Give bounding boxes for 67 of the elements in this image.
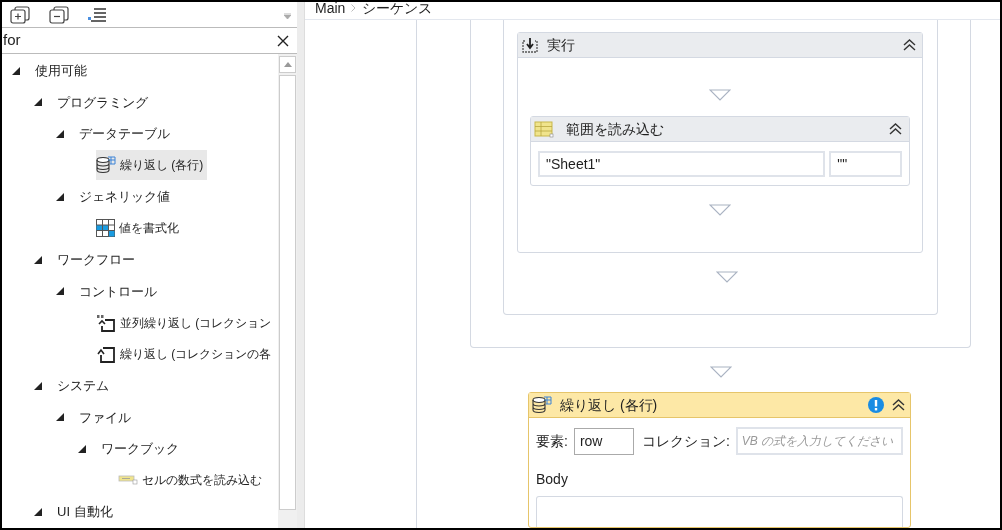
close-icon[interactable] [277,34,289,47]
drop-arrow-icon [716,271,738,283]
search-field[interactable]: for [2,27,297,54]
field-label: コレクション: [641,431,730,451]
expand-arrow-icon[interactable] [34,255,42,264]
tree-item[interactable]: プログラミング [56,92,149,112]
drop-arrow-icon [709,366,732,378]
sheet-name-field[interactable]: "Sheet1" [538,151,826,177]
activity-card[interactable]: 繰り返し (各行) 要素: row コレクション: VB の式を入力してください Body [528,392,911,528]
tree-item[interactable]: 使用可能 [34,61,88,81]
expand-arrow-icon[interactable] [56,129,64,138]
item-field[interactable]: row [573,427,634,455]
expand-arrow-icon[interactable] [34,507,42,516]
tree-item[interactable]: コントロール [78,281,158,301]
tree-item[interactable]: セルの数式を読み込む [118,465,266,496]
breadcrumb-link[interactable]: Main [315,2,346,15]
activity-title: 実行 [547,35,576,55]
tree-item[interactable]: UI 自動化 [56,502,114,522]
list-icon[interactable] [88,6,108,23]
expand-arrow-icon[interactable] [56,413,64,422]
breadcrumb-item[interactable]: シーケンス [362,2,433,15]
activity-title: 繰り返し (各行) [560,395,659,415]
grid-icon [96,219,115,238]
tree-item[interactable]: ワークブック [100,439,180,459]
collapse-all-icon[interactable] [49,5,69,24]
field-value: "Sheet1" [546,154,601,174]
loop-icon [96,345,116,364]
tree-item[interactable]: 並列繰り返し (コレクション [96,307,276,338]
parallel-loop-icon [96,313,116,332]
download-icon [522,37,538,53]
activity-title: 範囲を読み込む [566,119,665,139]
expand-arrow-icon[interactable] [56,287,64,296]
expand-arrow-icon[interactable] [12,66,20,75]
tree-item[interactable]: ジェネリック値 [78,187,171,207]
activity-card[interactable]: 実行 範囲を読み込む "Sheet1" "" [517,32,923,253]
tree-item[interactable]: ファイル [78,407,132,427]
database-icon [532,396,552,414]
tree-item[interactable]: システム [56,376,110,396]
collapse-icon[interactable] [889,123,902,135]
body-label: Body [535,470,569,489]
tree-item[interactable]: 繰り返し (コレクションの各 [96,339,276,370]
tree-item[interactable]: 値を書式化 [96,213,183,244]
scrollbar-thumb[interactable] [279,75,296,510]
expand-arrow-icon[interactable] [56,192,64,201]
field-value: "" [837,154,848,174]
expand-arrow-icon[interactable] [34,98,42,107]
cell-icon [118,475,138,486]
tree-item[interactable]: 繰り返し (各行) [96,150,208,181]
expand-arrow-icon[interactable] [34,381,42,390]
tree-item[interactable]: ワークフロー [56,250,136,270]
drop-arrow-icon [709,89,731,101]
collapse-icon[interactable] [892,399,905,411]
expand-all-icon[interactable] [10,5,30,24]
collapse-icon[interactable] [903,39,916,51]
range-field[interactable]: "" [829,151,902,177]
expand-arrow-icon[interactable] [78,444,86,453]
database-icon [96,156,116,175]
scrollbar[interactable] [278,54,297,528]
scroll-up-icon[interactable] [283,62,292,67]
field-label: 要素: [536,431,568,451]
spreadsheet-icon [534,120,554,138]
activity-card[interactable]: 範囲を読み込む "Sheet1" "" [530,116,910,186]
search-input: for [2,29,277,52]
chevron-icon [351,4,357,12]
collection-field[interactable]: VB の式を入力してください [735,427,903,455]
tree-item[interactable]: データテーブル [78,124,171,144]
drop-arrow-icon [709,204,731,216]
